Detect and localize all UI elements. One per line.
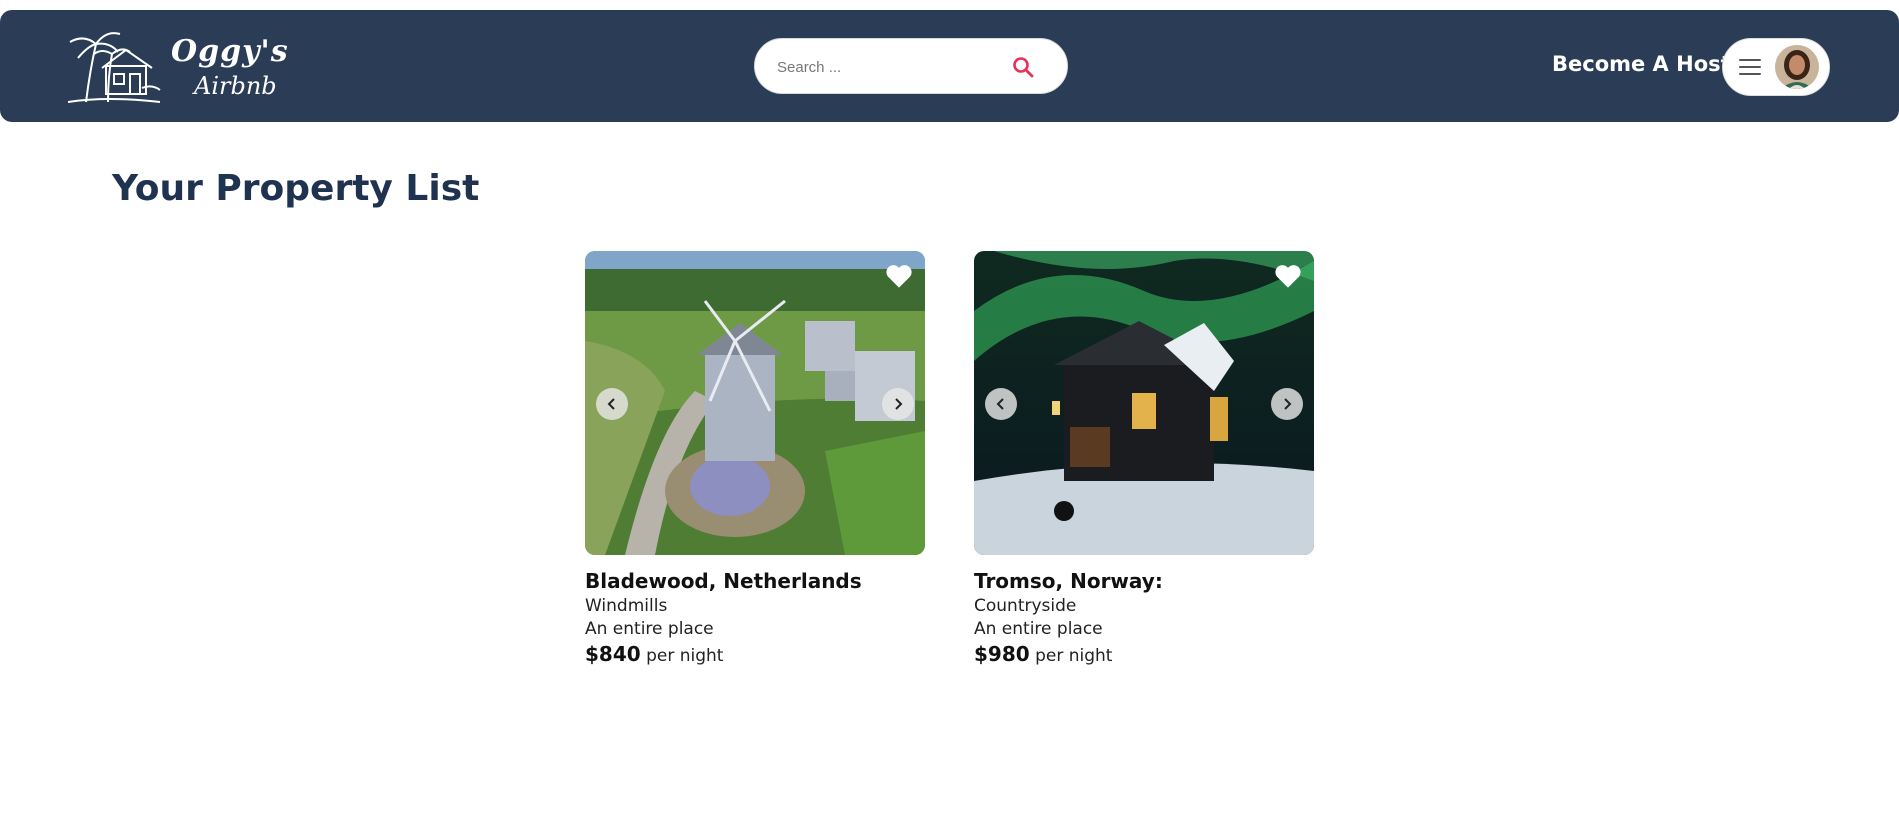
property-type: An entire place	[585, 619, 714, 639]
search-bar	[754, 38, 1068, 94]
property-title: Tromso, Norway:	[974, 569, 1163, 593]
brand-name-line1: Oggy's	[171, 34, 289, 69]
previous-image-button[interactable]	[985, 388, 1017, 420]
chevron-left-icon	[996, 398, 1004, 410]
next-image-button[interactable]	[882, 388, 914, 420]
property-type: An entire place	[974, 619, 1103, 639]
navbar: Oggy's Airbnb Become A Host	[0, 10, 1899, 122]
property-price: $840 per night	[585, 642, 925, 666]
property-title: Bladewood, Netherlands	[585, 569, 862, 593]
aurora-cabin-photo	[974, 251, 1314, 555]
chevron-right-icon	[895, 398, 903, 410]
property-category: Countryside	[974, 596, 1077, 616]
price-amount: $840	[585, 642, 641, 666]
property-price: $980 per night	[974, 642, 1314, 666]
previous-image-button[interactable]	[596, 388, 628, 420]
page-title: Your Property List	[112, 168, 480, 209]
user-menu-button[interactable]	[1722, 38, 1830, 96]
heart-icon[interactable]	[885, 263, 913, 289]
brand-name-line2: Airbnb	[194, 72, 277, 100]
property-image[interactable]	[974, 251, 1314, 555]
property-card[interactable]: Tromso, Norway: Countryside An entire pl…	[974, 251, 1314, 666]
heart-icon[interactable]	[1274, 263, 1302, 289]
property-category: Windmills	[585, 596, 668, 616]
price-amount: $980	[974, 642, 1030, 666]
next-image-button[interactable]	[1271, 388, 1303, 420]
search-input[interactable]	[777, 53, 997, 81]
brand-logo[interactable]: Oggy's Airbnb	[67, 26, 288, 106]
hamburger-icon	[1739, 59, 1763, 77]
price-unit: per night	[646, 646, 724, 666]
windmill-house-photo	[585, 251, 925, 555]
avatar	[1775, 45, 1819, 89]
search-icon[interactable]	[1011, 55, 1035, 79]
become-host-link[interactable]: Become A Host	[1552, 52, 1731, 76]
chevron-left-icon	[607, 398, 615, 410]
chevron-right-icon	[1284, 398, 1292, 410]
property-card[interactable]: Bladewood, Netherlands Windmills An enti…	[585, 251, 925, 666]
property-image[interactable]	[585, 251, 925, 555]
price-unit: per night	[1035, 646, 1113, 666]
